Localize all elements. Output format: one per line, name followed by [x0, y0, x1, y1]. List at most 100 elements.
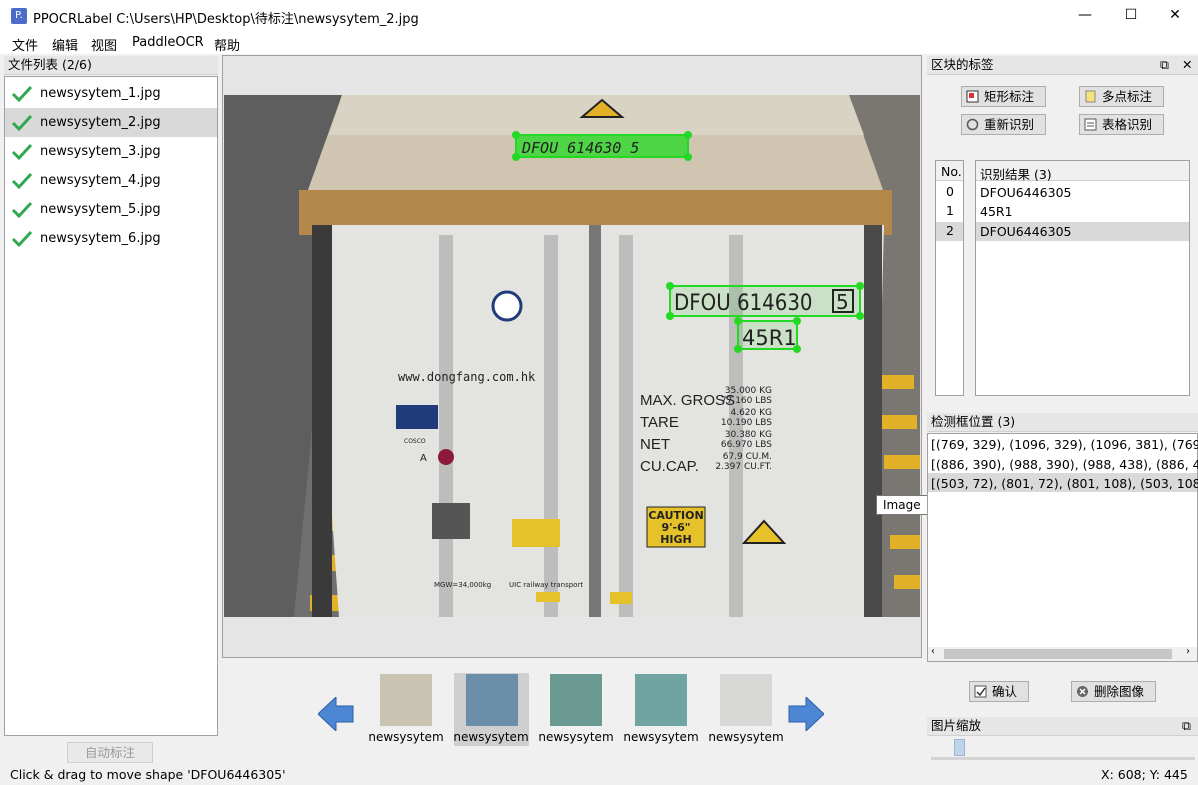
file-item[interactable]: newsysytem_1.jpg	[5, 79, 217, 108]
thumbnail-image[interactable]	[466, 674, 518, 726]
thumbnail-image[interactable]	[635, 674, 687, 726]
size-type-text: 45R1	[742, 326, 797, 350]
box-vertex[interactable]	[793, 317, 801, 325]
checkmark-icon	[11, 172, 33, 190]
top-code-text: DFOU 614630 5	[521, 139, 639, 157]
result-row[interactable]: DFOU6446305	[980, 185, 1071, 200]
rect-label-text: 矩形标注	[984, 89, 1035, 104]
file-item-selected[interactable]: newsysytem_2.jpg	[5, 108, 217, 137]
weight-value: 4.620 KG	[730, 408, 772, 418]
container-image[interactable]: www.dongfang.com.hk COSCO A MGW=34,000kg…	[224, 95, 920, 617]
delete-image-button[interactable]: 删除图像	[1071, 681, 1156, 702]
weight-value: 10.190 LBS	[721, 418, 772, 428]
box-vertex[interactable]	[734, 345, 742, 353]
box-vertex[interactable]	[684, 131, 692, 139]
menu-view[interactable]: 视图	[91, 35, 117, 54]
delete-image-text: 删除图像	[1094, 684, 1145, 699]
result-row[interactable]: 45R1	[980, 204, 1013, 219]
weight-value: 2.397 CU.FT.	[715, 462, 772, 472]
zoom-slider-thumb[interactable]	[954, 739, 965, 756]
box-row[interactable]: [(503, 72), (801, 72), (801, 108), (503,…	[931, 476, 1198, 491]
scroll-left-icon[interactable]: ‹	[931, 646, 935, 657]
tooltip: Image	[876, 495, 928, 515]
container-photo: www.dongfang.com.hk COSCO A MGW=34,000kg…	[224, 95, 920, 617]
file-name: newsysytem_4.jpg	[40, 173, 161, 188]
reocr-button[interactable]: 重新识别	[961, 114, 1046, 135]
box-vertex[interactable]	[734, 317, 742, 325]
result-row[interactable]: DFOU6446305	[980, 224, 1071, 239]
thumbnail-label: newsysytem	[623, 730, 699, 744]
checkmark-icon	[11, 85, 33, 103]
box-vertex[interactable]	[856, 282, 864, 290]
next-image-arrow-icon[interactable]	[788, 697, 824, 731]
close-panel-icon[interactable]: ✕	[1182, 56, 1192, 74]
menu-edit[interactable]: 编辑	[52, 35, 78, 54]
file-list-title: 文件列表 (2/6)	[4, 56, 218, 75]
delete-icon	[1077, 686, 1088, 697]
index-header: No.	[941, 164, 962, 179]
menu-paddleocr[interactable]: PaddleOCR	[132, 35, 204, 50]
result-list[interactable]: 识别结果 (3) DFOU6446305 45R1 DFOU6446305	[975, 160, 1190, 396]
confirm-text: 确认	[992, 684, 1018, 699]
auto-label-label: 自动标注	[84, 745, 135, 760]
box-panel-title: 检测框位置 (3)	[927, 413, 1198, 432]
box-vertex[interactable]	[684, 153, 692, 161]
menu-file[interactable]: 文件	[12, 35, 38, 54]
file-list[interactable]: newsysytem_1.jpg newsysytem_2.jpg newsys…	[4, 76, 218, 736]
file-name: newsysytem_6.jpg	[40, 231, 161, 246]
menu-help[interactable]: 帮助	[214, 35, 240, 54]
scroll-right-icon[interactable]: ›	[1186, 646, 1190, 657]
result-header: 识别结果 (3)	[980, 167, 1052, 182]
label-panel-title-text: 区块的标签	[931, 57, 994, 72]
file-name: newsysytem_2.jpg	[40, 115, 161, 130]
file-item[interactable]: newsysytem_4.jpg	[5, 166, 217, 195]
thumbnail-image[interactable]	[720, 674, 772, 726]
weight-value: 66.970 LBS	[721, 440, 772, 450]
index-cell: 0	[946, 184, 954, 199]
confirm-button[interactable]: 确认	[969, 681, 1029, 702]
reocr-text: 重新识别	[984, 117, 1035, 132]
float-icon[interactable]: ⧉	[1160, 56, 1169, 74]
checkmark-icon	[11, 114, 33, 132]
box-vertex[interactable]	[666, 282, 674, 290]
auto-label-button[interactable]: 自动标注	[67, 742, 153, 763]
file-item[interactable]: newsysytem_3.jpg	[5, 137, 217, 166]
zoom-slider-track[interactable]	[931, 757, 1195, 760]
horizontal-scrollbar[interactable]: ‹ ›	[928, 646, 1197, 661]
page-icon	[1085, 90, 1096, 103]
weight-label: CU.CAP.	[640, 458, 699, 475]
table-icon	[1084, 118, 1097, 131]
float-icon[interactable]: ⧉	[1182, 717, 1191, 735]
box-vertex[interactable]	[512, 153, 520, 161]
box-row[interactable]: [(886, 390), (988, 390), (988, 438), (88…	[931, 457, 1198, 472]
window-title: PPOCRLabel C:\Users\HP\Desktop\待标注\newsy…	[33, 12, 419, 27]
file-item[interactable]: newsysytem_6.jpg	[5, 224, 217, 253]
rect-label-button[interactable]: 矩形标注	[961, 86, 1046, 107]
maximize-button[interactable]: ☐	[1108, 0, 1154, 32]
rect-icon	[966, 90, 979, 103]
box-vertex[interactable]	[666, 312, 674, 320]
checkmark-icon	[11, 201, 33, 219]
box-position-list[interactable]: [(769, 329), (1096, 329), (1096, 381), (…	[927, 433, 1198, 662]
box-vertex[interactable]	[793, 345, 801, 353]
thumbnail-image[interactable]	[550, 674, 602, 726]
file-item[interactable]: newsysytem_5.jpg	[5, 195, 217, 224]
box-row[interactable]: [(769, 329), (1096, 329), (1096, 381), (…	[931, 437, 1198, 452]
table-ocr-button[interactable]: 表格识别	[1079, 114, 1164, 135]
weight-value: 67.9 CU.M.	[723, 452, 772, 462]
checkmark-icon	[11, 230, 33, 248]
label-panel-title: 区块的标签 ⧉ ✕	[927, 56, 1198, 75]
weight-value: 77.160 LBS	[721, 396, 772, 406]
file-name: newsysytem_5.jpg	[40, 202, 161, 217]
box-vertex[interactable]	[512, 131, 520, 139]
thumbnail-label: newsysytem	[368, 730, 444, 744]
prev-image-arrow-icon[interactable]	[318, 697, 354, 731]
thumbnail-image[interactable]	[380, 674, 432, 726]
box-vertex[interactable]	[856, 312, 864, 320]
index-cell: 1	[946, 203, 954, 218]
scroll-thumb[interactable]	[944, 649, 1172, 659]
close-button[interactable]: ✕	[1152, 0, 1198, 32]
weight-label: TARE	[640, 414, 679, 431]
poly-label-button[interactable]: 多点标注	[1079, 86, 1164, 107]
minimize-button[interactable]: —	[1062, 0, 1108, 32]
